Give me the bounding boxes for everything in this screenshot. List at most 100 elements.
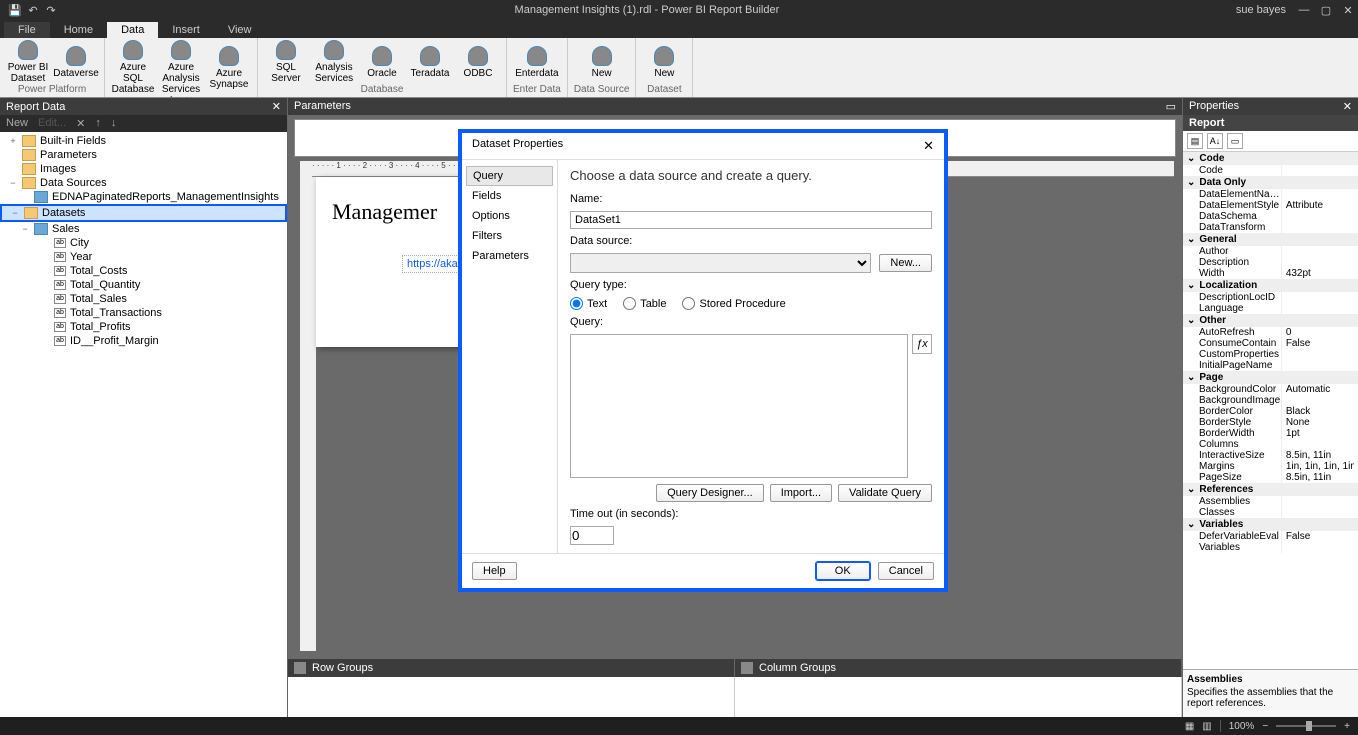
prop-defervariableeval[interactable]: DeferVariableEvalFalse [1183, 531, 1358, 542]
tab-view[interactable]: View [214, 22, 266, 38]
prop-assemblies[interactable]: Assemblies [1183, 496, 1358, 507]
user-name[interactable]: sue bayes [1236, 4, 1294, 16]
propcat-variables[interactable]: Variables [1183, 518, 1358, 531]
prop-backgroundcolor[interactable]: BackgroundColorAutomatic [1183, 384, 1358, 395]
close-button[interactable]: ✕ [1338, 4, 1358, 17]
report-link[interactable]: https://aka [402, 255, 463, 273]
dialog-nav-options[interactable]: Options [462, 206, 557, 226]
report-heading[interactable]: Managemer [332, 199, 470, 225]
prop-customproperties[interactable]: CustomProperties [1183, 349, 1358, 360]
prop-consumecontain[interactable]: ConsumeContainFalse [1183, 338, 1358, 349]
ribbon-new[interactable]: New [580, 40, 624, 84]
prop-width[interactable]: Width432pt [1183, 268, 1358, 279]
new-button[interactable]: New [6, 117, 28, 130]
dialog-nav-filters[interactable]: Filters [462, 226, 557, 246]
prop-autorefresh[interactable]: AutoRefresh0 [1183, 327, 1358, 338]
tree-city[interactable]: abCity [0, 236, 287, 250]
movedown-icon[interactable]: ↓ [111, 117, 117, 130]
propcat-data-only[interactable]: Data Only [1183, 176, 1358, 189]
zoom-in-button[interactable]: + [1344, 721, 1350, 732]
ribbon-analysis-services[interactable]: Analysis Services [312, 40, 356, 84]
tree-images[interactable]: Images [0, 162, 287, 176]
prop-code[interactable]: Code [1183, 165, 1358, 176]
prop-interactivesize[interactable]: InteractiveSize8.5in, 11in [1183, 450, 1358, 461]
prop-datatransform[interactable]: DataTransform [1183, 222, 1358, 233]
tab-home[interactable]: Home [50, 22, 107, 38]
prop-language[interactable]: Language [1183, 303, 1358, 314]
propcat-code[interactable]: Code [1183, 152, 1358, 165]
collapse-icon[interactable]: ▭ [1166, 100, 1176, 113]
groups-area[interactable] [288, 677, 1182, 717]
prop-dataelementname[interactable]: DataElementName [1183, 189, 1358, 200]
timeout-input[interactable] [570, 526, 614, 545]
tree-total-transactions[interactable]: abTotal_Transactions [0, 306, 287, 320]
tree-id-profit-margin[interactable]: abID__Profit_Margin [0, 334, 287, 348]
propcat-page[interactable]: Page [1183, 371, 1358, 384]
tree-total-sales[interactable]: abTotal_Sales [0, 292, 287, 306]
zoom-out-button[interactable]: − [1262, 721, 1268, 732]
tree-year[interactable]: abYear [0, 250, 287, 264]
datasource-select[interactable] [570, 253, 871, 273]
properties-object[interactable]: Report [1183, 115, 1358, 131]
import-button[interactable]: Import... [770, 484, 832, 502]
redo-icon[interactable]: ↷ [44, 3, 58, 17]
propcat-general[interactable]: General [1183, 233, 1358, 246]
prop-margins[interactable]: Margins1in, 1in, 1in, 1in [1183, 461, 1358, 472]
view-icon-1[interactable]: ▦ [1185, 721, 1194, 732]
dataset-name-input[interactable] [570, 211, 932, 229]
ribbon-teradata[interactable]: Teradata [408, 40, 452, 84]
close-properties-icon[interactable]: ✕ [1343, 100, 1352, 113]
dialog-nav-query[interactable]: Query [466, 166, 553, 186]
ribbon-dataverse[interactable]: Dataverse [54, 40, 98, 84]
prop-borderstyle[interactable]: BorderStyleNone [1183, 417, 1358, 428]
ribbon-oracle[interactable]: Oracle [360, 40, 404, 84]
ribbon-new[interactable]: New [642, 40, 686, 84]
prop-bordercolor[interactable]: BorderColorBlack [1183, 406, 1358, 417]
column-groups-area[interactable] [735, 677, 1182, 717]
propcat-localization[interactable]: Localization [1183, 279, 1358, 292]
ribbon-azure-sql-database[interactable]: Azure SQL Database [111, 40, 155, 95]
prop-borderwidth[interactable]: BorderWidth1pt [1183, 428, 1358, 439]
query-textarea[interactable] [570, 334, 908, 478]
row-groups-area[interactable] [288, 677, 735, 717]
tab-insert[interactable]: Insert [158, 22, 214, 38]
dialog-nav-fields[interactable]: Fields [462, 186, 557, 206]
tree-total-costs[interactable]: abTotal_Costs [0, 264, 287, 278]
tree-ednapaginatedreports-managementinsights[interactable]: EDNAPaginatedReports_ManagementInsights [0, 190, 287, 204]
ribbon-azure-synapse[interactable]: Azure Synapse [207, 40, 251, 95]
prop-columns[interactable]: Columns [1183, 439, 1358, 450]
categorize-icon[interactable]: ▤ [1187, 133, 1203, 149]
prop-variables[interactable]: Variables [1183, 542, 1358, 553]
edit-button[interactable]: Edit... [38, 117, 66, 130]
expression-button[interactable]: ƒx [912, 334, 932, 354]
propcat-other[interactable]: Other [1183, 314, 1358, 327]
query-designer-button[interactable]: Query Designer... [656, 484, 764, 502]
prop-dataelementstyle[interactable]: DataElementStyleAttribute [1183, 200, 1358, 211]
ribbon-enterdata[interactable]: Enterdata [515, 40, 559, 84]
ribbon-azure-analysis-services[interactable]: Azure Analysis Services [159, 40, 203, 95]
tab-file[interactable]: File [4, 22, 50, 38]
sort-icon[interactable]: A↓ [1207, 133, 1223, 149]
ribbon-power-bi-dataset[interactable]: Power BI Dataset [6, 40, 50, 84]
prop-dataschema[interactable]: DataSchema [1183, 211, 1358, 222]
moveup-icon[interactable]: ↑ [95, 117, 101, 130]
tree-total-quantity[interactable]: abTotal_Quantity [0, 278, 287, 292]
undo-icon[interactable]: ↶ [26, 3, 40, 17]
prop-descriptionlocid[interactable]: DescriptionLocID [1183, 292, 1358, 303]
tree-datasets[interactable]: −Datasets [0, 204, 287, 222]
prop-initialpagename[interactable]: InitialPageName [1183, 360, 1358, 371]
validate-query-button[interactable]: Validate Query [838, 484, 932, 502]
prop-backgroundimage[interactable]: BackgroundImage [1183, 395, 1358, 406]
dialog-nav-parameters[interactable]: Parameters [462, 246, 557, 266]
tree-parameters[interactable]: Parameters [0, 148, 287, 162]
properties-grid[interactable]: CodeCodeData OnlyDataElementNameDataElem… [1183, 152, 1358, 669]
tab-data[interactable]: Data [107, 22, 158, 38]
view-icon-2[interactable]: ▥ [1202, 721, 1211, 732]
propcat-references[interactable]: References [1183, 483, 1358, 496]
maximize-button[interactable]: ▢ [1316, 4, 1336, 17]
prop-pages-icon[interactable]: ▭ [1227, 133, 1243, 149]
close-panel-icon[interactable]: ✕ [272, 100, 281, 113]
querytype-sp-radio[interactable]: Stored Procedure [682, 297, 785, 310]
prop-classes[interactable]: Classes [1183, 507, 1358, 518]
querytype-text-radio[interactable]: Text [570, 297, 607, 310]
